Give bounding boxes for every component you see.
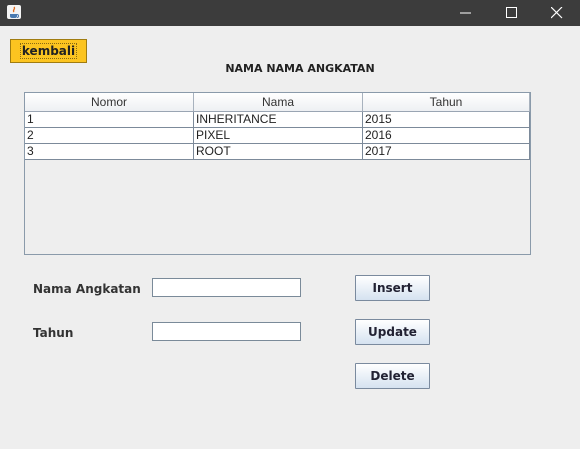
delete-button[interactable]: Delete — [355, 363, 430, 389]
nama-angkatan-label: Nama Angkatan — [33, 282, 141, 296]
maximize-icon — [506, 7, 517, 18]
java-icon — [6, 4, 22, 20]
main-panel: kembali NAMA NAMA ANGKATAN Nomor Nama Ta… — [0, 26, 580, 449]
nama-angkatan-input[interactable] — [152, 278, 301, 297]
table-row[interactable]: 2 PIXEL 2016 — [25, 128, 530, 144]
table-header: Nomor Nama Tahun — [25, 93, 530, 112]
table-cell[interactable]: PIXEL — [194, 128, 363, 143]
column-header-nomor[interactable]: Nomor — [25, 93, 194, 111]
table-cell[interactable]: 1 — [25, 112, 194, 127]
table-body: 1 INHERITANCE 2015 2 PIXEL 2016 3 ROOT 2… — [25, 112, 530, 160]
table-cell[interactable]: 2016 — [363, 128, 530, 143]
table-row[interactable]: 1 INHERITANCE 2015 — [25, 112, 530, 128]
insert-button[interactable]: Insert — [355, 275, 430, 301]
back-button-label: kembali — [19, 43, 78, 59]
update-button[interactable]: Update — [355, 319, 430, 345]
minimize-button[interactable] — [443, 0, 489, 26]
page-title: NAMA NAMA ANGKATAN — [225, 62, 375, 75]
back-button[interactable]: kembali — [10, 39, 87, 63]
table-cell[interactable]: 3 — [25, 144, 194, 159]
column-header-tahun[interactable]: Tahun — [363, 93, 530, 111]
table-cell[interactable]: 2015 — [363, 112, 530, 127]
table-row[interactable]: 3 ROOT 2017 — [25, 144, 530, 160]
maximize-button[interactable] — [489, 0, 535, 26]
table-cell[interactable]: 2017 — [363, 144, 530, 159]
tahun-label: Tahun — [33, 326, 74, 340]
table-cell[interactable]: INHERITANCE — [194, 112, 363, 127]
data-table[interactable]: Nomor Nama Tahun 1 INHERITANCE 2015 2 PI… — [24, 92, 531, 255]
close-icon — [551, 7, 563, 19]
table-cell[interactable]: 2 — [25, 128, 194, 143]
minimize-icon — [460, 12, 471, 14]
column-header-nama[interactable]: Nama — [194, 93, 363, 111]
close-button[interactable] — [534, 0, 580, 26]
title-bar — [0, 0, 580, 26]
tahun-input[interactable] — [152, 322, 301, 341]
table-cell[interactable]: ROOT — [194, 144, 363, 159]
